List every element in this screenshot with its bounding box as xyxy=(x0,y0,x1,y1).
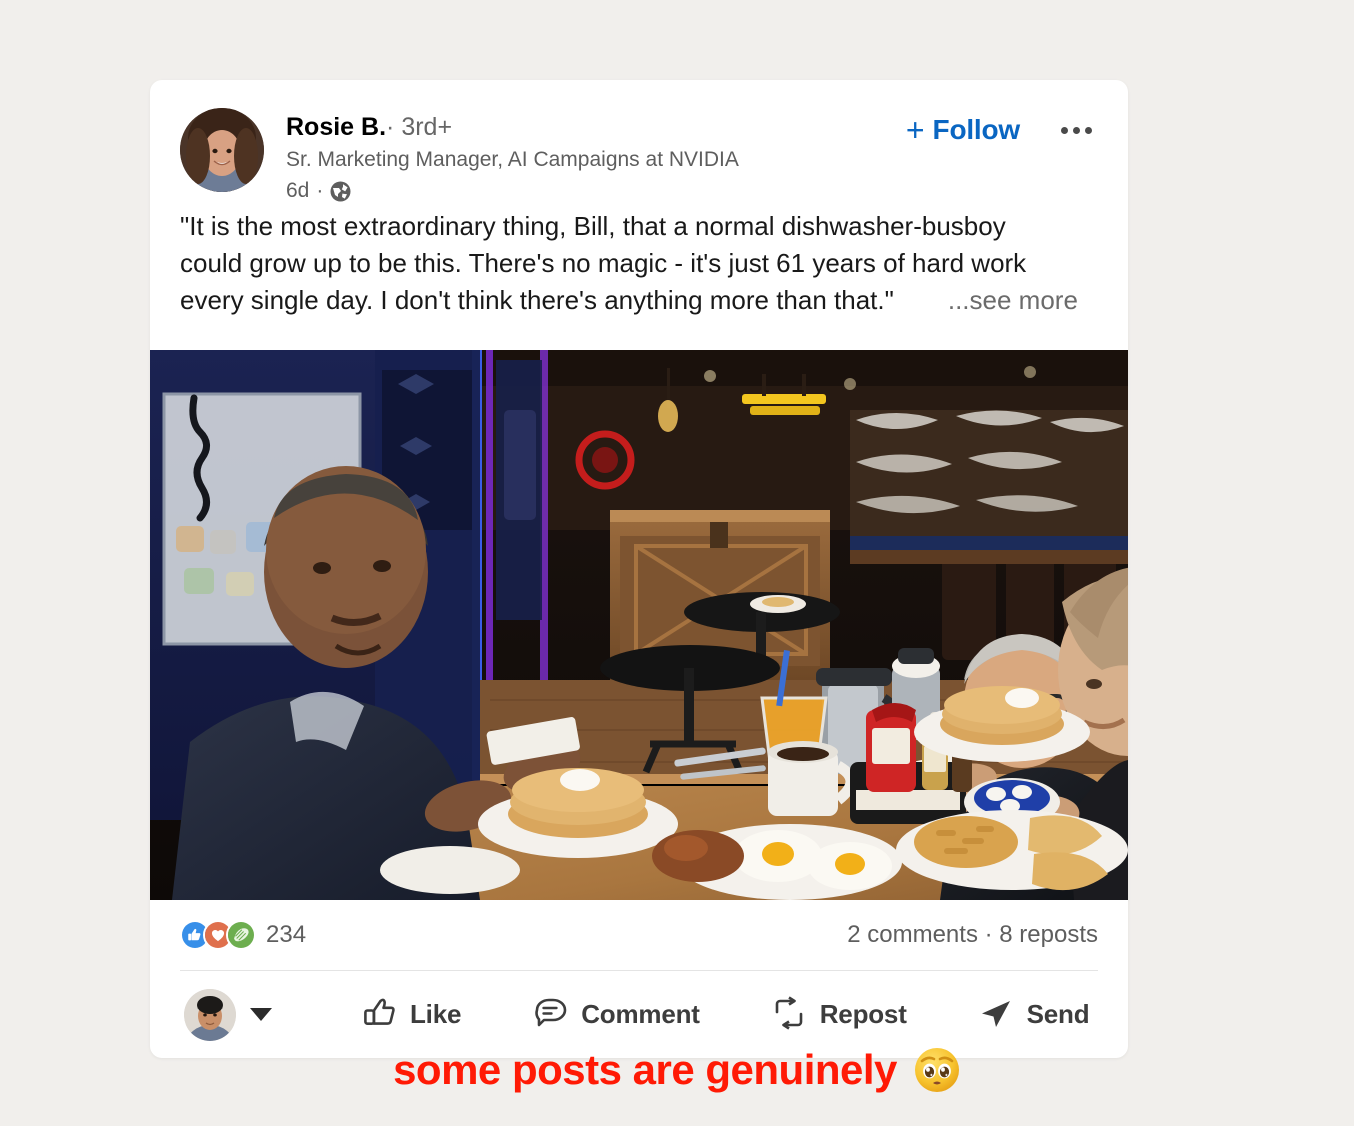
like-button[interactable]: Like xyxy=(352,988,471,1041)
caption-overlay: some posts are genuinely xyxy=(0,1046,1354,1094)
author-avatar[interactable] xyxy=(180,108,264,192)
thumbs-up-icon xyxy=(362,996,396,1033)
send-label: Send xyxy=(1026,999,1090,1029)
post-header: Rosie B.· 3rd+ Sr. Marketing Manager, AI… xyxy=(150,80,1128,202)
menu-dot xyxy=(1084,126,1092,134)
post-text-line: "It is the most extraordinary thing, Bil… xyxy=(180,211,1006,241)
like-label: Like xyxy=(410,999,462,1029)
reaction-count: 234 xyxy=(266,921,307,948)
post-image[interactable] xyxy=(150,350,1128,900)
follow-label: Follow xyxy=(932,114,1021,145)
social-counts: 234 2 comments · 8 reposts xyxy=(150,900,1128,970)
my-avatar-image xyxy=(184,988,236,1041)
reactions-summary[interactable]: 234 xyxy=(180,920,306,950)
post-image-graphic xyxy=(150,350,1128,900)
author-name-separator: · xyxy=(386,113,395,141)
post-text-line: could grow up to be this. There's no mag… xyxy=(180,248,1027,278)
linkedin-post-card: Rosie B.· 3rd+ Sr. Marketing Manager, AI… xyxy=(150,80,1128,1058)
caption-text: some posts are genuinely xyxy=(393,1046,897,1093)
repost-icon xyxy=(772,996,806,1033)
post-text-line: every single day. I don't think there's … xyxy=(180,282,1098,319)
overflow-menu-icon[interactable] xyxy=(1054,114,1098,146)
author-degree: 3rd+ xyxy=(401,113,453,141)
post-text-line-3: every single day. I don't think there's … xyxy=(180,285,894,315)
avatar xyxy=(184,988,236,1041)
post-text-lines: "It is the most extraordinary thing, Bil… xyxy=(180,208,1098,319)
pleading-face-emoji xyxy=(913,1046,961,1094)
comment-button[interactable]: Comment xyxy=(523,988,710,1041)
author-name[interactable]: Rosie B. xyxy=(286,113,386,141)
see-more-link[interactable]: ...see more xyxy=(948,285,1078,315)
post-text: "It is the most extraordinary thing, Bil… xyxy=(150,200,1128,319)
send-plane-icon xyxy=(979,996,1013,1033)
repost-label: Repost xyxy=(819,999,907,1029)
globe-icon xyxy=(330,181,351,202)
comment-bubble-icon xyxy=(533,996,567,1033)
plus-icon: + xyxy=(905,112,925,148)
comment-label: Comment xyxy=(581,999,700,1029)
menu-dot xyxy=(1072,126,1080,134)
follow-button[interactable]: + Follow xyxy=(900,110,1026,150)
send-button[interactable]: Send xyxy=(969,988,1100,1041)
chevron-down-icon xyxy=(250,1008,272,1021)
avatar-image xyxy=(180,108,264,192)
action-bar: Like Comment Repost Send xyxy=(150,971,1128,1058)
comments-reposts-count[interactable]: 2 comments · 8 reposts xyxy=(847,921,1098,949)
repost-button[interactable]: Repost xyxy=(762,988,917,1041)
menu-dot xyxy=(1060,126,1068,134)
my-avatar-dropdown[interactable] xyxy=(184,988,272,1041)
celebrate-reaction-icon xyxy=(226,920,256,950)
